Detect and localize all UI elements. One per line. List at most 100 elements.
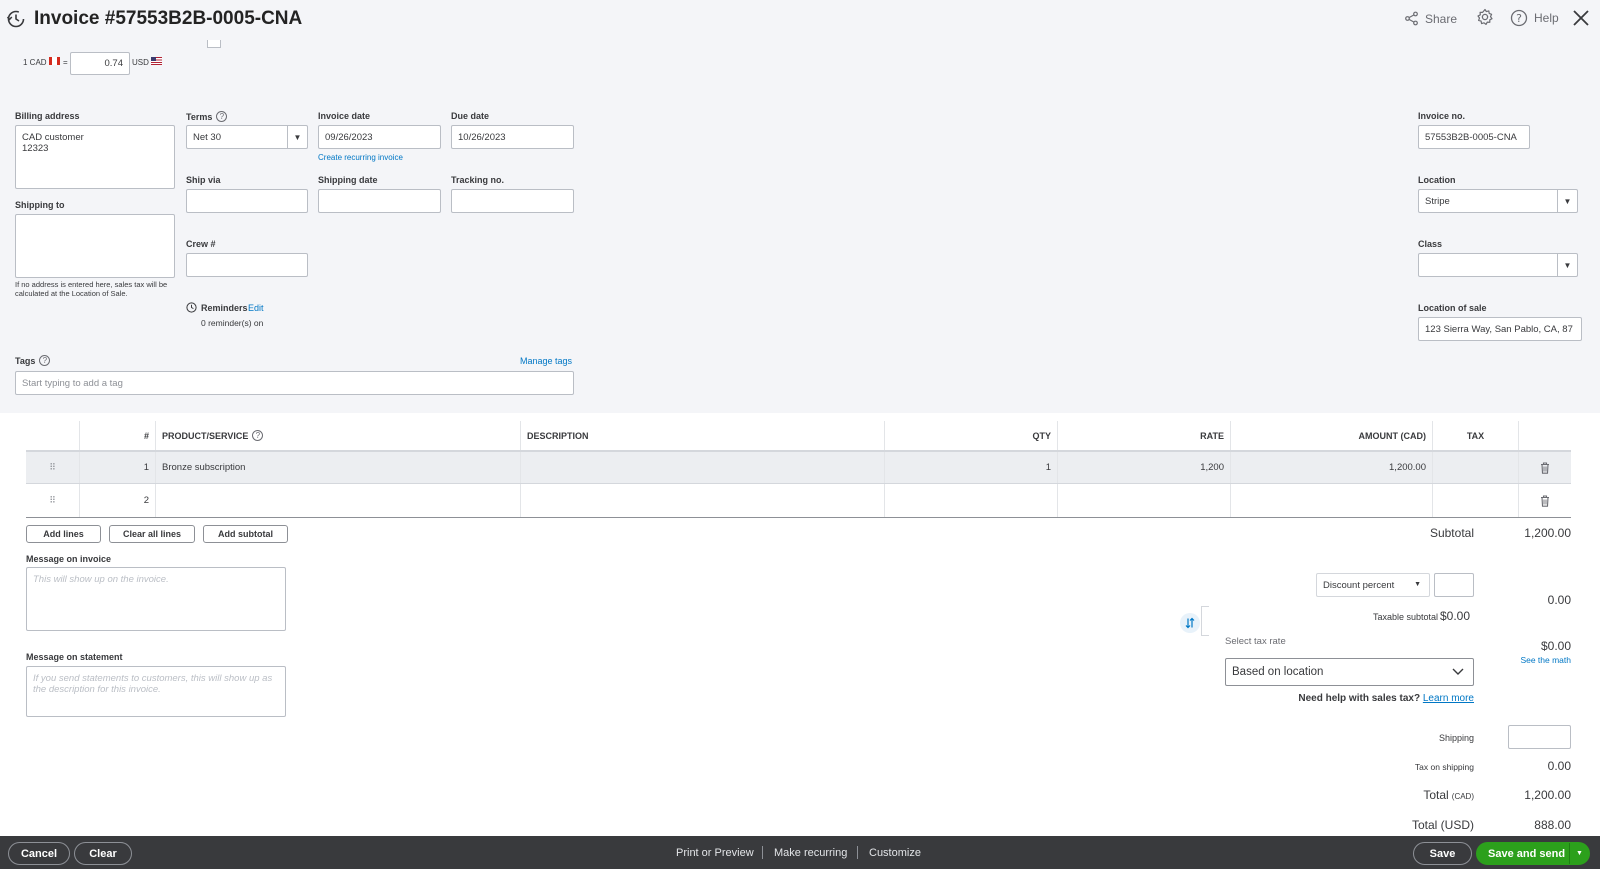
trash-icon	[1541, 461, 1549, 474]
row-tax[interactable]	[1433, 452, 1519, 483]
exchange-rate-input[interactable]: 0.74	[70, 52, 130, 75]
reminders-edit-link[interactable]: Edit	[248, 303, 264, 313]
row-product[interactable]	[156, 484, 521, 517]
tags-input[interactable]: Start typing to add a tag	[15, 371, 574, 395]
shipping-input[interactable]	[1508, 725, 1571, 749]
chevron-down-icon: ▼	[1557, 254, 1577, 276]
chevron-down-icon: ▼	[287, 126, 307, 148]
due-date-value: 10/26/2023	[458, 131, 506, 143]
shipping-date-input[interactable]	[318, 189, 441, 213]
location-of-sale-input[interactable]: 123 Sierra Way, San Pablo, CA, 87	[1418, 317, 1582, 341]
swap-order-icon[interactable]	[1180, 613, 1200, 633]
table-header: # PRODUCT/SERVICE ? DESCRIPTION QTY RATE…	[26, 421, 1571, 451]
col-drag	[26, 421, 80, 450]
recent-transactions-icon[interactable]	[6, 9, 26, 29]
cad-flag-icon	[49, 57, 60, 65]
row-delete[interactable]	[1519, 484, 1571, 517]
checkbox-fragment[interactable]	[207, 40, 221, 48]
save-and-send-button[interactable]: Save and send ▼	[1476, 842, 1590, 865]
terms-select[interactable]: Net 30 ▼	[186, 125, 308, 149]
tags-label-text: Tags	[15, 355, 36, 366]
create-recurring-link[interactable]: Create recurring invoice	[318, 153, 403, 162]
clear-all-lines-button[interactable]: Clear all lines	[109, 525, 195, 543]
discount-type-select[interactable]: Discount percent ▼	[1316, 573, 1430, 597]
clock-icon	[186, 302, 197, 313]
close-icon[interactable]	[1572, 9, 1590, 27]
invoice-date-label: Invoice date	[318, 111, 371, 121]
due-date-input[interactable]: 10/26/2023	[451, 125, 574, 149]
row-qty[interactable]	[885, 484, 1058, 517]
subtotal-label: Subtotal	[1429, 526, 1474, 540]
invoice-no-input[interactable]: 57553B2B-0005-CNA	[1418, 125, 1530, 149]
invoice-date-input[interactable]: 09/26/2023	[318, 125, 441, 149]
row-product[interactable]: Bronze subscription	[156, 452, 521, 483]
caret-down-icon: ▼	[1414, 581, 1421, 588]
table-row[interactable]: ⠿ 2	[26, 484, 1571, 518]
learn-more-link[interactable]: Learn more	[1423, 693, 1474, 704]
settings-gear-icon[interactable]	[1476, 8, 1494, 26]
footer-divider	[857, 846, 858, 859]
class-select[interactable]: ▼	[1418, 253, 1578, 277]
customize-link[interactable]: Customize	[869, 836, 921, 869]
tags-help-icon[interactable]: ?	[39, 355, 51, 366]
caret-down-icon[interactable]: ▼	[1569, 843, 1589, 864]
row-rate[interactable]	[1058, 484, 1231, 517]
crew-label: Crew #	[186, 239, 216, 249]
svg-text:?: ?	[1516, 12, 1522, 25]
tracking-no-input[interactable]	[451, 189, 574, 213]
col-tax: TAX	[1433, 421, 1519, 450]
crew-input[interactable]	[186, 253, 308, 277]
see-the-math-link[interactable]: See the math	[1480, 655, 1571, 665]
subtotal-value: 1,200.00	[1524, 526, 1571, 540]
chevron-down-icon	[1452, 668, 1464, 675]
row-num: 1	[80, 452, 156, 483]
location-of-sale-label: Location of sale	[1418, 303, 1487, 313]
col-amount: AMOUNT (CAD)	[1231, 421, 1433, 450]
taxable-subtotal-label: Taxable subtotal	[1372, 612, 1438, 622]
clear-button[interactable]: Clear	[74, 842, 132, 865]
manage-tags-link[interactable]: Manage tags	[520, 356, 572, 366]
row-description[interactable]	[521, 452, 885, 483]
row-qty[interactable]: 1	[885, 452, 1058, 483]
shipping-note: If no address is entered here, sales tax…	[15, 280, 168, 298]
message-invoice-textarea[interactable]: This will show up on the invoice.	[26, 567, 286, 631]
terms-label: Terms ?	[186, 111, 228, 122]
help-circle-icon: ?	[1510, 9, 1528, 27]
total-label: Total (CAD)	[1360, 788, 1474, 802]
row-tax[interactable]	[1433, 484, 1519, 517]
tax-rate-select[interactable]: Based on location	[1225, 658, 1474, 686]
billing-address-field[interactable]: CAD customer 12323	[15, 125, 175, 189]
help-label: Help	[1534, 11, 1559, 25]
row-rate[interactable]: 1,200	[1058, 452, 1231, 483]
help-button[interactable]: ? Help	[1510, 9, 1559, 27]
message-statement-textarea[interactable]: If you send statements to customers, thi…	[26, 666, 286, 717]
currency-equals: =	[63, 58, 68, 67]
drag-handle-icon[interactable]: ⠿	[26, 452, 80, 483]
message-invoice-label: Message on invoice	[26, 554, 112, 564]
share-button[interactable]: Share	[1404, 11, 1457, 26]
share-icon	[1405, 11, 1418, 26]
row-delete[interactable]	[1519, 452, 1571, 483]
location-select[interactable]: Stripe ▼	[1418, 189, 1578, 213]
row-amount[interactable]	[1231, 484, 1433, 517]
tags-placeholder: Start typing to add a tag	[22, 377, 123, 389]
add-lines-button[interactable]: Add lines	[26, 525, 101, 543]
tags-label: Tags ?	[15, 355, 51, 366]
print-preview-link[interactable]: Print or Preview	[676, 836, 754, 869]
shipping-to-field[interactable]	[15, 214, 175, 278]
cancel-button[interactable]: Cancel	[8, 842, 70, 865]
add-subtotal-button[interactable]: Add subtotal	[203, 525, 288, 543]
row-amount[interactable]: 1,200.00	[1231, 452, 1433, 483]
drag-handle-icon[interactable]: ⠿	[26, 484, 80, 517]
ship-via-input[interactable]	[186, 189, 308, 213]
row-description[interactable]	[521, 484, 885, 517]
discount-input[interactable]	[1434, 573, 1474, 597]
page-title: Invoice #57553B2B-0005-CNA	[34, 8, 303, 29]
discount-type-value: Discount percent	[1323, 579, 1395, 591]
save-button[interactable]: Save	[1413, 842, 1472, 865]
make-recurring-link[interactable]: Make recurring	[774, 836, 847, 869]
shipping-to-label: Shipping to	[15, 200, 65, 210]
product-help-icon[interactable]: ?	[252, 430, 264, 441]
table-row[interactable]: ⠿ 1 Bronze subscription 1 1,200 1,200.00	[26, 451, 1571, 484]
terms-help-icon[interactable]: ?	[216, 111, 228, 122]
